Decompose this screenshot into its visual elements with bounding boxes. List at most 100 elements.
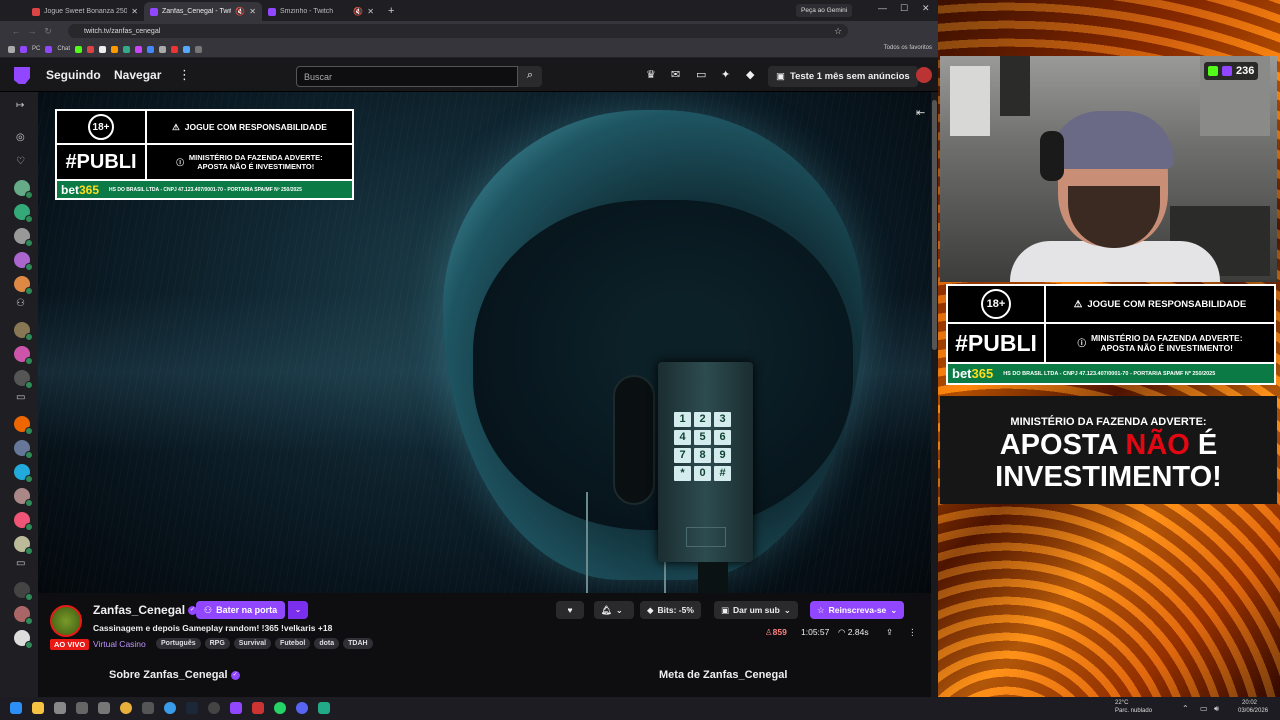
recommended-icon[interactable]: ◎: [16, 132, 25, 143]
followed-channel-avatar[interactable]: [14, 440, 33, 459]
star-icon[interactable]: ☆: [830, 26, 846, 37]
followed-channel-avatar[interactable]: [14, 370, 33, 389]
bookmark-icon[interactable]: [159, 45, 167, 53]
close-tab-icon[interactable]: ✕: [131, 7, 138, 16]
search-input[interactable]: Buscar: [296, 66, 518, 87]
nav-browse[interactable]: Navegar: [114, 68, 161, 82]
bookmark-icon[interactable]: [171, 45, 179, 53]
followed-channel-avatar[interactable]: [14, 228, 33, 247]
gift-sub-button[interactable]: ▣ Dar um sub ⌄: [714, 601, 798, 619]
bookmark-icon[interactable]: [111, 45, 119, 53]
mute-tab-icon[interactable]: 🔇: [353, 7, 363, 16]
bits-button[interactable]: ◆ Bits: -5%: [640, 601, 701, 619]
followed-channel-avatar[interactable]: [14, 252, 33, 271]
knock-button[interactable]: ⚇ Bater na porta: [196, 601, 286, 619]
followed-channel-avatar[interactable]: [14, 322, 33, 341]
followed-channel-avatar[interactable]: [14, 512, 33, 531]
windows-start-icon[interactable]: [10, 702, 22, 714]
bookmark-icon[interactable]: [135, 45, 143, 53]
url-field[interactable]: twitch.tv/zanfas_cenegal: [68, 24, 848, 38]
back-icon[interactable]: ←: [8, 26, 24, 36]
scroll-thumb[interactable]: [932, 100, 937, 350]
maximize-icon[interactable]: ☐: [900, 3, 908, 14]
bookmark-icon[interactable]: [195, 45, 203, 53]
app-icon[interactable]: [142, 702, 154, 714]
obs-icon[interactable]: [208, 702, 220, 714]
bookmark-icon[interactable]: [8, 45, 15, 53]
page-scrollbar[interactable]: [931, 92, 938, 697]
clock-time[interactable]: 20:02: [1242, 700, 1257, 706]
close-window-icon[interactable]: ✕: [922, 3, 930, 14]
notifications-button[interactable]: 🔔︎ ⌄: [594, 601, 634, 619]
followed-channel-avatar[interactable]: [14, 464, 33, 483]
bookmark-icon[interactable]: [99, 45, 107, 53]
followed-channel-avatar[interactable]: [14, 180, 33, 199]
new-tab-button[interactable]: +: [388, 5, 394, 17]
channel-name[interactable]: Zanfas_Cenegal ✓: [93, 603, 198, 617]
followed-channel-avatar[interactable]: [14, 536, 33, 555]
tab-zanfas[interactable]: Zanfas_Cenegal - Twitch 🔇 ✕: [144, 2, 262, 21]
more-options-icon[interactable]: ⋮: [908, 627, 917, 638]
video-player[interactable]: 1 2 3 4 5 6 7 8 9 * 0 # 18+ ⚠ JOGUE COM RESPONSABILI…: [38, 92, 931, 593]
close-tab-icon[interactable]: ✕: [249, 7, 256, 16]
tab-smzinho[interactable]: Smzinho - Twitch 🔇 ✕: [262, 2, 380, 21]
bookmark-icon[interactable]: [75, 45, 83, 53]
ad-free-trial-button[interactable]: ▣ Teste 1 mês sem anúncios: [768, 66, 918, 87]
drops-icon[interactable]: ◆: [746, 68, 754, 81]
bookmark-icon[interactable]: [45, 45, 53, 53]
file-explorer-icon[interactable]: [32, 702, 44, 714]
bookmark-icon[interactable]: [183, 45, 191, 53]
xbox-icon[interactable]: [54, 702, 66, 714]
channel-tag[interactable]: RPG: [204, 638, 230, 649]
app-icon[interactable]: [252, 702, 264, 714]
expand-sidebar-icon[interactable]: ↦: [16, 100, 24, 111]
all-favorites[interactable]: Todos os favoritos: [884, 45, 932, 51]
followed-channel-avatar[interactable]: [14, 606, 33, 625]
channel-tag[interactable]: Futebol: [275, 638, 311, 649]
follow-heart-button[interactable]: ♥: [556, 601, 584, 619]
knock-dropdown-chevron-icon[interactable]: ⌄: [288, 601, 308, 619]
followed-channel-avatar[interactable]: [14, 204, 33, 223]
discord-icon[interactable]: [296, 702, 308, 714]
weather-temp[interactable]: 22°C: [1115, 700, 1128, 706]
video-icon[interactable]: ▭: [16, 392, 25, 403]
followed-channel-avatar[interactable]: [14, 582, 33, 601]
bookmark-icon[interactable]: [20, 45, 27, 53]
resubscribe-button[interactable]: ☆ Reinscreva-se ⌄: [810, 601, 905, 619]
game-category-link[interactable]: Virtual Casino: [93, 639, 146, 649]
inbox-icon[interactable]: ✉: [671, 68, 680, 81]
app-icon[interactable]: [76, 702, 88, 714]
more-icon[interactable]: ⋮: [178, 67, 191, 83]
followed-channel-avatar[interactable]: [14, 346, 33, 365]
edge-icon[interactable]: [164, 702, 176, 714]
channel-tag[interactable]: Português: [156, 638, 201, 649]
video-icon[interactable]: ▭: [16, 558, 25, 569]
nav-following[interactable]: Seguindo: [46, 68, 101, 82]
gemini-button[interactable]: Peça ao Gemini: [796, 4, 853, 17]
volume-icon[interactable]: 🔊︎: [1214, 704, 1219, 714]
forward-icon[interactable]: →: [24, 26, 40, 36]
bits-icon[interactable]: ✦: [721, 68, 730, 81]
bookmark-chat[interactable]: Chat: [57, 46, 70, 52]
app-icon[interactable]: [98, 702, 110, 714]
heart-icon[interactable]: ♡: [16, 156, 25, 167]
tab-sweet-bonanza[interactable]: Jogue Sweet Bonanza 2500 - Jo ✕: [26, 2, 144, 21]
channel-tag[interactable]: TDAH: [343, 638, 373, 649]
collapse-chat-icon[interactable]: ⇤: [916, 106, 925, 119]
close-tab-icon[interactable]: ✕: [367, 7, 374, 16]
reload-icon[interactable]: ↻: [40, 26, 56, 37]
bookmark-icon[interactable]: [87, 45, 95, 53]
channel-avatar[interactable]: [50, 605, 82, 637]
network-icon[interactable]: ▭: [1200, 704, 1208, 713]
whispers-icon[interactable]: ▭: [696, 68, 706, 81]
tray-chevron-icon[interactable]: ⌃: [1182, 704, 1189, 713]
crown-icon[interactable]: ♛: [646, 68, 656, 81]
user-avatar[interactable]: [916, 67, 932, 83]
followed-channel-avatar[interactable]: [14, 276, 33, 295]
chrome-icon[interactable]: [120, 702, 132, 714]
whatsapp-icon[interactable]: [274, 702, 286, 714]
twitch-logo-icon[interactable]: [14, 67, 30, 84]
channel-tag[interactable]: Survival: [233, 638, 272, 649]
twitch-app-icon[interactable]: [230, 702, 242, 714]
followed-channel-avatar[interactable]: [14, 416, 33, 435]
